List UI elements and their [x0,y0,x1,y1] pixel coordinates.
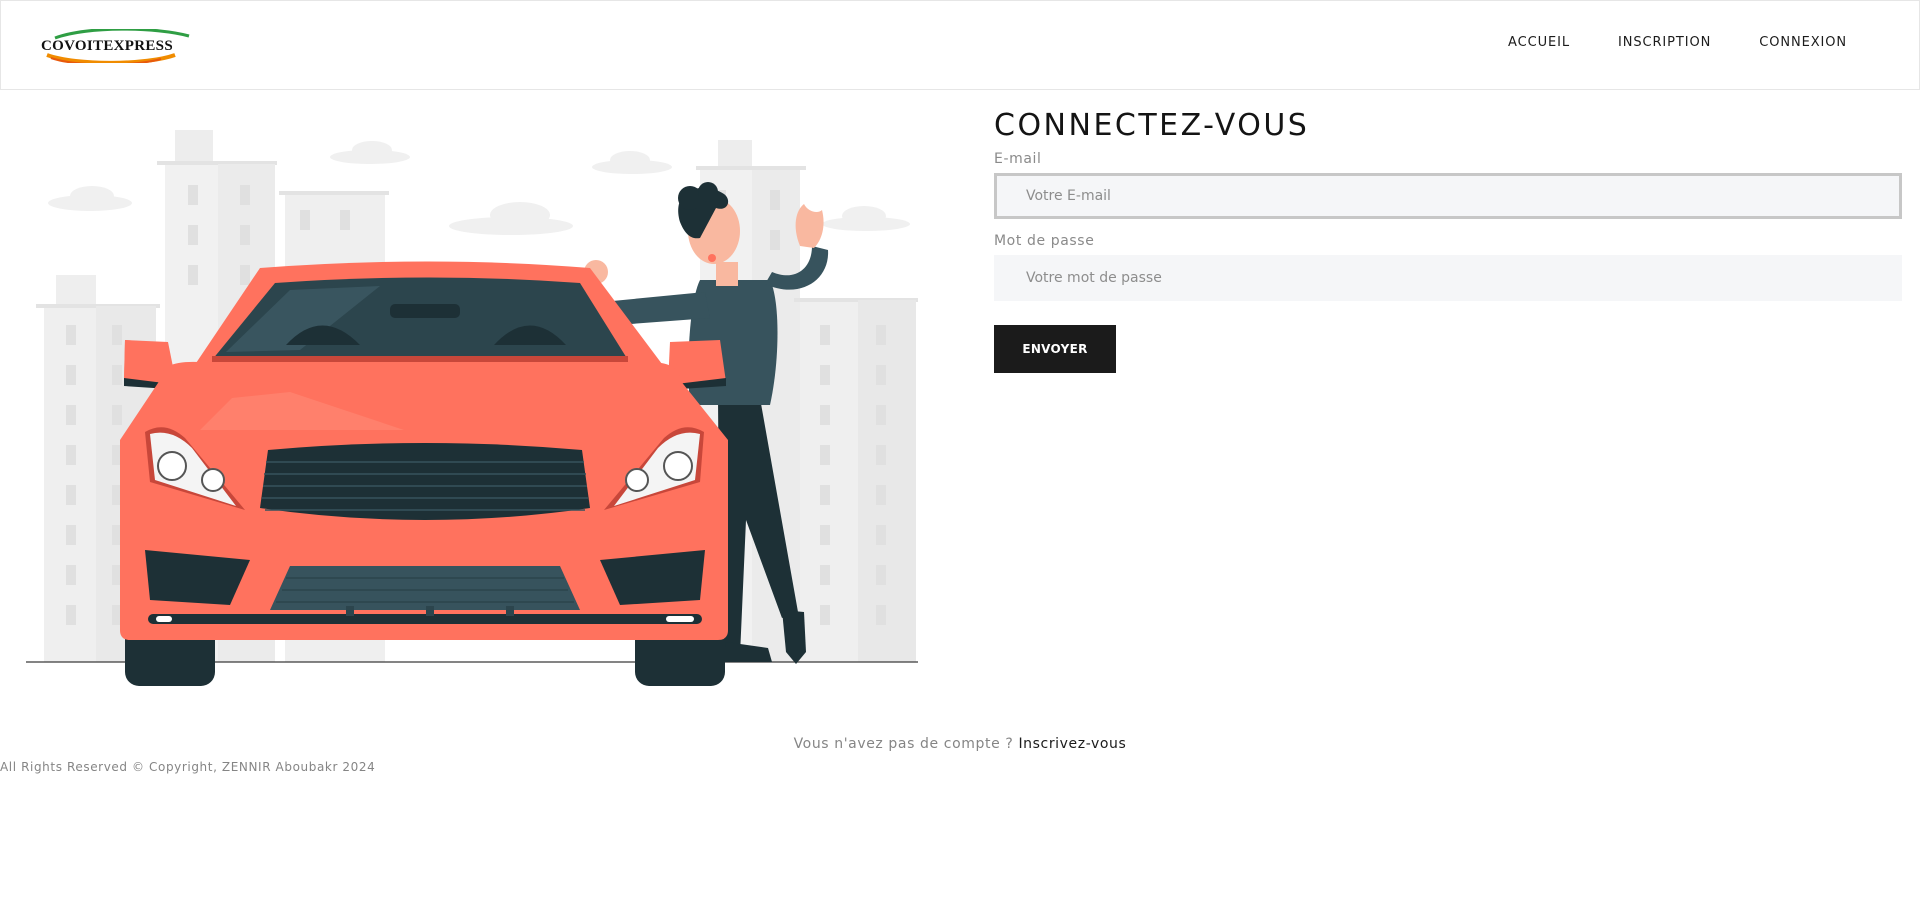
password-field[interactable] [994,255,1902,301]
password-label: Mot de passe [994,233,1095,249]
navbar: COVOITEXPRESS ACCUEIL INSCRIPTION CONNEX… [0,0,1920,90]
email-field[interactable] [994,173,1902,219]
nav-connexion[interactable]: CONNEXION [1759,35,1847,50]
signup-link[interactable]: Inscrivez-vous [1018,736,1126,752]
main-nav: ACCUEIL INSCRIPTION CONNEXION [1508,35,1847,50]
brand-logo[interactable]: COVOITEXPRESS [37,29,197,63]
footer-copyright: All Rights Reserved © Copyright, ZENNIR … [0,760,376,774]
nav-accueil[interactable]: ACCUEIL [1508,35,1570,50]
submit-button[interactable]: ENVOYER [994,325,1116,373]
logo-text: COVOITEXPRESS [41,38,173,54]
login-title: CONNECTEZ-VOUS [994,108,1310,143]
car-illustration [26,130,918,686]
signup-prompt: Vous n'avez pas de compte ? Inscrivez-vo… [0,736,1920,752]
nav-inscription[interactable]: INSCRIPTION [1618,35,1711,50]
email-label: E-mail [994,151,1042,167]
signup-prompt-text: Vous n'avez pas de compte ? [793,736,1014,752]
login-form: CONNECTEZ-VOUS E-mail Mot de passe ENVOY… [994,106,1902,373]
